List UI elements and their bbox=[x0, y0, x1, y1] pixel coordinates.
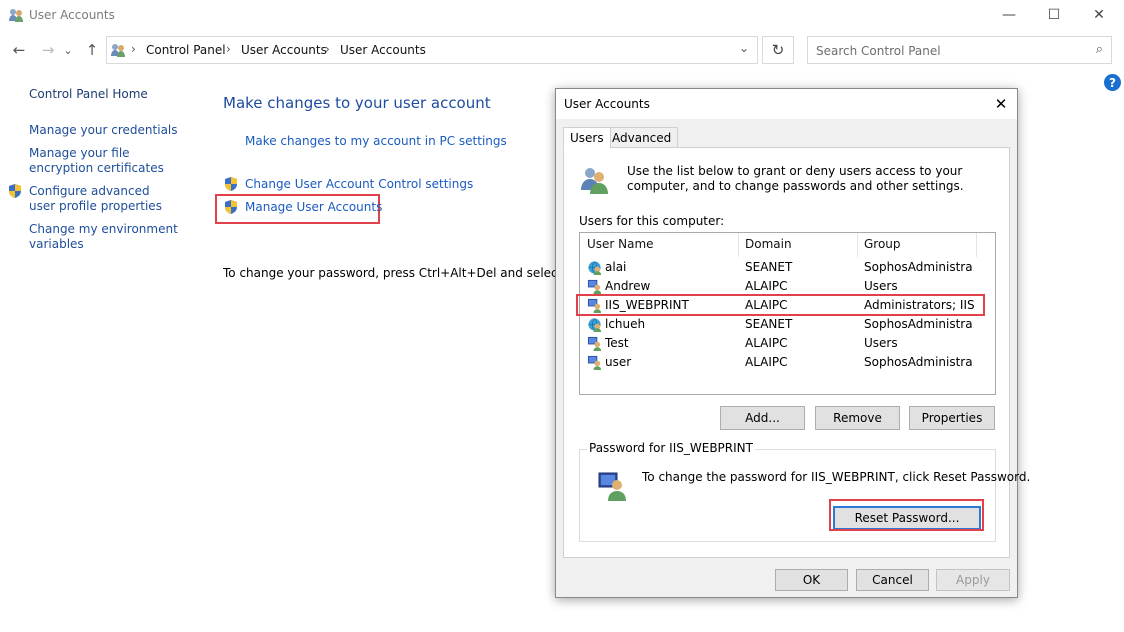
user-name-cell: Andrew bbox=[605, 279, 651, 293]
group-cell: SophosAdministra... bbox=[864, 317, 974, 331]
address-dropdown-icon[interactable]: ⌄ bbox=[739, 41, 749, 55]
tab-users[interactable]: Users bbox=[563, 127, 611, 149]
local-user-icon bbox=[587, 355, 602, 370]
domain-cell: ALAIPC bbox=[745, 336, 788, 350]
breadcrumb-control-panel[interactable]: Control Panel bbox=[146, 43, 226, 57]
minimize-button[interactable]: — bbox=[986, 0, 1032, 30]
domain-user-icon bbox=[588, 318, 602, 332]
column-divider[interactable] bbox=[738, 233, 739, 257]
user-name-cell: lchueh bbox=[605, 317, 646, 331]
dialog-title: User Accounts bbox=[564, 97, 650, 111]
domain-cell: ALAIPC bbox=[745, 355, 788, 369]
intro-text: Use the list below to grant or deny user… bbox=[627, 164, 964, 193]
ok-button[interactable]: OK bbox=[775, 569, 848, 591]
table-row[interactable]: lchueh SEANET SophosAdministra... bbox=[581, 315, 994, 334]
users-list-label: Users for this computer: bbox=[579, 214, 725, 228]
search-input[interactable]: Search Control Panel ⌕ bbox=[807, 36, 1112, 64]
domain-cell: SEANET bbox=[745, 317, 793, 331]
help-icon[interactable]: ? bbox=[1104, 74, 1121, 91]
local-user-icon bbox=[598, 472, 626, 501]
column-header-user-name[interactable]: User Name bbox=[587, 237, 654, 251]
local-user-icon bbox=[587, 279, 602, 294]
users-group-icon bbox=[581, 168, 608, 194]
password-instructions: To change your password, press Ctrl+Alt+… bbox=[223, 266, 556, 280]
breadcrumb-separator: › bbox=[226, 42, 231, 56]
sidebar-item-environment-variables[interactable]: Change my environment variables bbox=[29, 222, 179, 252]
table-row[interactable]: Test ALAIPC Users bbox=[581, 334, 994, 353]
user-accounts-icon bbox=[111, 44, 125, 57]
manage-user-accounts-link[interactable]: Manage User Accounts bbox=[245, 200, 382, 214]
local-user-icon bbox=[587, 336, 602, 351]
shield-icon bbox=[225, 200, 237, 214]
user-accounts-icon bbox=[9, 9, 23, 22]
shield-icon bbox=[9, 184, 21, 198]
password-group-label: Password for IIS_WEBPRINT bbox=[587, 441, 755, 455]
breadcrumb-separator: › bbox=[131, 42, 136, 56]
domain-cell: SEANET bbox=[745, 260, 793, 274]
navigation-bar: ← → ⌄ ↑ › Control Panel › User Accounts … bbox=[0, 34, 1124, 66]
password-info-text: To change the password for IIS_WEBPRINT,… bbox=[642, 470, 1031, 484]
dialog-close-button[interactable]: ✕ bbox=[990, 93, 1012, 115]
sidebar-item-file-encryption[interactable]: Manage your file encryption certificates bbox=[29, 146, 189, 176]
group-cell: Users bbox=[864, 279, 898, 293]
breadcrumb-user-accounts-current[interactable]: User Accounts bbox=[340, 43, 426, 57]
table-row[interactable]: alai SEANET SophosAdministra... bbox=[581, 258, 994, 277]
recent-locations-button[interactable]: ⌄ bbox=[61, 39, 75, 61]
highlight-box bbox=[576, 294, 985, 316]
highlight-box bbox=[829, 499, 984, 531]
search-placeholder: Search Control Panel bbox=[816, 44, 941, 58]
group-cell: SophosAdministra... bbox=[864, 355, 974, 369]
user-name-cell: user bbox=[605, 355, 632, 369]
sidebar-item-credentials[interactable]: Manage your credentials bbox=[29, 123, 179, 138]
breadcrumb-user-accounts[interactable]: User Accounts bbox=[241, 43, 327, 57]
window-title: User Accounts bbox=[29, 8, 115, 22]
maximize-button[interactable]: ☐ bbox=[1031, 0, 1077, 30]
shield-icon bbox=[225, 177, 237, 191]
column-divider[interactable] bbox=[976, 233, 977, 257]
add-user-button[interactable]: Add... bbox=[720, 406, 805, 430]
column-divider[interactable] bbox=[857, 233, 858, 257]
domain-cell: ALAIPC bbox=[745, 279, 788, 293]
user-name-cell: alai bbox=[605, 260, 627, 274]
uac-settings-link[interactable]: Change User Account Control settings bbox=[245, 177, 473, 191]
dialog-title-bar: User Accounts ✕ bbox=[556, 89, 1017, 119]
domain-user-icon bbox=[588, 261, 602, 275]
refresh-button[interactable]: ↻ bbox=[762, 36, 794, 64]
column-header-domain[interactable]: Domain bbox=[745, 237, 792, 251]
address-bar[interactable]: › Control Panel › User Accounts › User A… bbox=[106, 36, 758, 64]
forward-button[interactable]: → bbox=[37, 39, 59, 61]
control-panel-home-link[interactable]: Control Panel Home bbox=[29, 87, 148, 102]
tab-advanced[interactable]: Advanced bbox=[605, 127, 679, 148]
close-button[interactable]: ✕ bbox=[1076, 0, 1122, 30]
apply-button[interactable]: Apply bbox=[936, 569, 1010, 591]
group-cell: Users bbox=[864, 336, 898, 350]
user-name-cell: Test bbox=[605, 336, 629, 350]
properties-button[interactable]: Properties bbox=[909, 406, 995, 430]
page-title: Make changes to your user account bbox=[223, 94, 491, 112]
breadcrumb-separator: › bbox=[325, 42, 330, 56]
back-button[interactable]: ← bbox=[8, 39, 30, 61]
cancel-button[interactable]: Cancel bbox=[856, 569, 929, 591]
users-tab-panel: Use the list below to grant or deny user… bbox=[563, 147, 1030, 558]
up-button[interactable]: ↑ bbox=[81, 39, 103, 61]
search-icon[interactable]: ⌕ bbox=[1096, 42, 1103, 57]
group-cell: SophosAdministra... bbox=[864, 260, 974, 274]
sidebar-item-profile-properties[interactable]: Configure advanced user profile properti… bbox=[29, 184, 179, 214]
remove-user-button[interactable]: Remove bbox=[815, 406, 900, 430]
pc-settings-link[interactable]: Make changes to my account in PC setting… bbox=[245, 134, 507, 148]
title-bar: User Accounts — ☐ ✕ bbox=[0, 0, 1124, 30]
column-header-group[interactable]: Group bbox=[864, 237, 901, 251]
table-row[interactable]: user ALAIPC SophosAdministra... bbox=[581, 353, 994, 372]
